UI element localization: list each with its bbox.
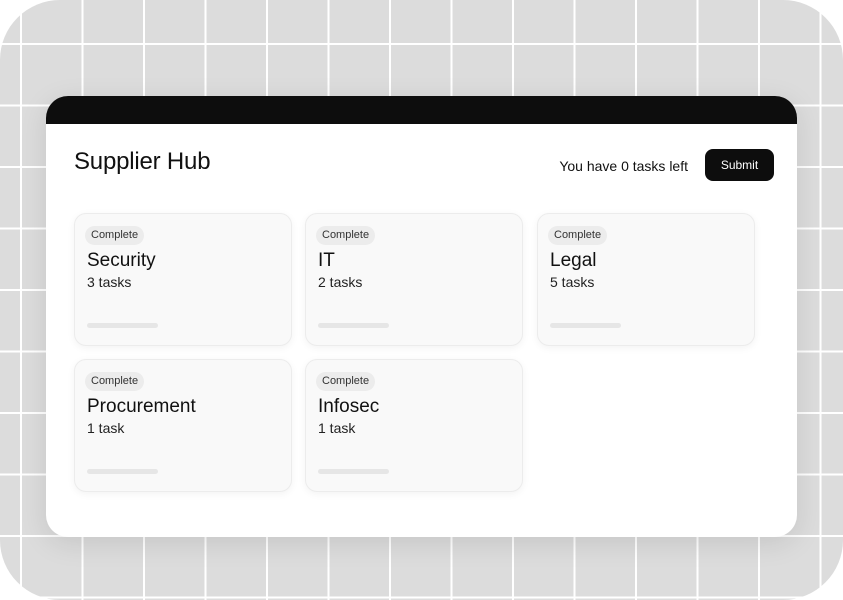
status-badge: Complete bbox=[85, 226, 145, 245]
card-title: IT bbox=[318, 250, 335, 271]
category-card-legal[interactable]: Complete Legal 5 tasks bbox=[537, 213, 755, 346]
card-task-count: 1 task bbox=[318, 420, 356, 436]
status-badge: Complete bbox=[316, 226, 376, 245]
card-title: Procurement bbox=[87, 396, 196, 417]
card-task-count: 1 task bbox=[87, 420, 125, 436]
page-title: Supplier Hub bbox=[74, 148, 211, 175]
progress-bar bbox=[87, 469, 158, 474]
status-badge: Complete bbox=[548, 226, 608, 245]
category-card-procurement[interactable]: Complete Procurement 1 task bbox=[74, 359, 292, 492]
status-badge: Complete bbox=[85, 372, 145, 391]
card-task-count: 5 tasks bbox=[550, 274, 595, 290]
tasks-left-text: You have 0 tasks left bbox=[559, 158, 688, 174]
app-window: Supplier Hub You have 0 tasks left Submi… bbox=[46, 96, 797, 537]
card-title: Legal bbox=[550, 250, 597, 271]
window-titlebar bbox=[46, 96, 797, 124]
progress-bar bbox=[87, 323, 158, 328]
status-badge: Complete bbox=[316, 372, 376, 391]
progress-bar bbox=[318, 469, 389, 474]
grid-background: Supplier Hub You have 0 tasks left Submi… bbox=[0, 0, 843, 600]
card-task-count: 2 tasks bbox=[318, 274, 363, 290]
progress-bar bbox=[318, 323, 389, 328]
card-title: Security bbox=[87, 250, 156, 271]
progress-bar bbox=[550, 323, 621, 328]
card-title: Infosec bbox=[318, 396, 380, 417]
category-card-infosec[interactable]: Complete Infosec 1 task bbox=[305, 359, 523, 492]
submit-button[interactable]: Submit bbox=[705, 149, 774, 181]
category-card-security[interactable]: Complete Security 3 tasks bbox=[74, 213, 292, 346]
category-card-it[interactable]: Complete IT 2 tasks bbox=[305, 213, 523, 346]
card-task-count: 3 tasks bbox=[87, 274, 132, 290]
